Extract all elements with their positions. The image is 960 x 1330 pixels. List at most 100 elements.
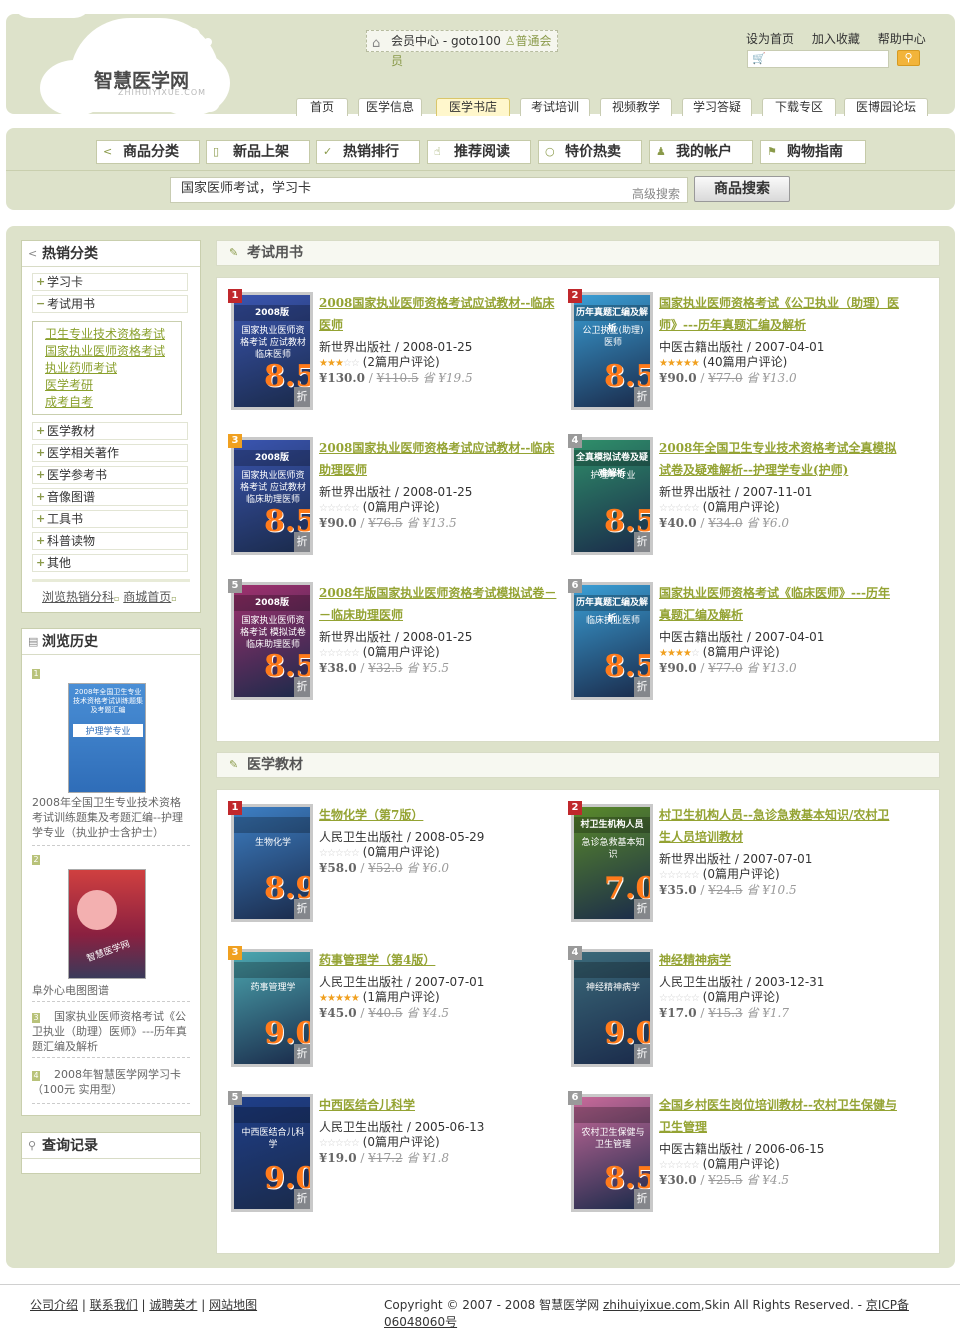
product-title-link[interactable]: 国家执业医师资格考试《公卫执业（助理）医师》---历年真题汇编及解析 — [659, 292, 899, 336]
cover-title: 药事管理学 — [250, 983, 296, 993]
nav-bookstore[interactable]: 医学书店 — [436, 98, 510, 116]
category-item[interactable]: + 科普读物 — [32, 532, 188, 550]
site-search-input[interactable]: 🛒 — [747, 50, 889, 68]
tab-my-account[interactable]: ♟ 我的帐户 — [649, 140, 753, 164]
jobs-link[interactable]: 诚聘英才 — [149, 1298, 197, 1312]
book-cover[interactable]: 2008版 国家执业医师资格考试 应试教材 临床医师 8.5 折 — [231, 292, 313, 410]
nav-exam-training[interactable]: 考试培训 — [520, 98, 590, 116]
help-center-link[interactable]: 帮助中心 — [878, 32, 926, 46]
category-study-card[interactable]: + 学习卡 — [32, 273, 188, 291]
product-title-link[interactable]: 中西医结合儿科学 — [319, 1094, 559, 1116]
mall-home-link[interactable]: 商城首页 — [123, 590, 171, 604]
product-title-link[interactable]: 2008国家执业医师资格考试应试教材--临床助理医师 — [319, 437, 559, 481]
tab-bestsellers[interactable]: ✓ 热销排行 — [316, 140, 420, 164]
tab-shopping-guide[interactable]: ⚑ 购物指南 — [760, 140, 866, 164]
add-favorite-link[interactable]: 加入收藏 — [812, 32, 860, 46]
browse-hot-link[interactable]: 浏览热销分科 — [42, 590, 114, 604]
product-card: 1 2008版 国家执业医师资格考试 应试教材 临床医师 8.5 折 2008国… — [228, 289, 561, 412]
nav-qa[interactable]: 学习答疑 — [682, 98, 752, 116]
product-search-input[interactable]: 国家医师考试，学习卡 — [170, 177, 688, 203]
publish-date: 2007-04-01 — [754, 630, 825, 644]
product-title-link[interactable]: 药事管理学（第4版） — [319, 949, 559, 971]
product-title-link[interactable]: 生物化学（第7版） — [319, 804, 559, 826]
tab-label: 我的帐户 — [676, 144, 732, 160]
domain-link[interactable]: zhihuiyixue.com — [603, 1298, 701, 1312]
review-count-link[interactable]: (40篇用户评论) — [703, 355, 788, 369]
member-bar[interactable]: ⌂ 会员中心 - goto100 ♙普通会员 — [366, 30, 558, 68]
set-homepage-link[interactable]: 设为首页 — [746, 32, 794, 46]
cover-band: 2008版 — [234, 305, 310, 321]
product-title-link[interactable]: 2008年版国家执业医师资格考试模拟试卷－－临床助理医师 — [319, 582, 559, 626]
book-cover[interactable]: 历年真题汇编及解析 临床执业医师 8.5 折 — [571, 582, 653, 700]
tab-recommended[interactable]: ☝ 推荐阅读 — [427, 140, 531, 164]
history-item-text[interactable]: 2008年智慧医学网学习卡（100元 实用型） — [32, 1067, 190, 1097]
category-item[interactable]: + 工具书 — [32, 510, 188, 528]
subcategory-link[interactable]: 成考自考 — [45, 394, 181, 411]
nav-home[interactable]: 首页 — [296, 98, 348, 116]
product-title-link[interactable]: 神经精神病学 — [659, 949, 899, 971]
review-count-link[interactable]: (0篇用户评论) — [703, 867, 780, 881]
product-title-link[interactable]: 2008年全国卫生专业技术资格考试全真模拟试卷及疑难解析--护理学专业(护师) — [659, 437, 899, 481]
history-item-text[interactable]: 阜外心电图图谱 — [32, 983, 190, 998]
review-count-link[interactable]: (0篇用户评论) — [363, 1135, 440, 1149]
category-item[interactable]: + 医学相关著作 — [32, 444, 188, 462]
subcategory-link[interactable]: 执业药师考试 — [45, 360, 181, 377]
book-cover[interactable]: 中西医结合儿科学 9.0 折 — [231, 1094, 313, 1212]
nav-medical-info[interactable]: 医学信息 — [358, 98, 422, 116]
product-title-link[interactable]: 村卫生机构人员--急诊急救基本知识/农村卫生人员培训教材 — [659, 804, 899, 848]
book-cover[interactable]: 全真模拟试卷及疑难解析 护理学专业 8.5 折 — [571, 437, 653, 555]
product-card: 5 中西医结合儿科学 9.0 折 中西医结合儿科学 人民卫生出版社 / 2005… — [228, 1091, 561, 1214]
review-count-link[interactable]: (0篇用户评论) — [703, 500, 780, 514]
product-title-link[interactable]: 国家执业医师资格考试《临床医师》---历年真题汇编及解析 — [659, 582, 899, 626]
category-exam-books[interactable]: − 考试用书 — [32, 295, 188, 313]
member-center-link[interactable]: 会员中心 - goto100 — [391, 34, 501, 48]
book-cover[interactable]: 药事管理学 9.0 折 — [231, 949, 313, 1067]
contact-link[interactable]: 联系我们 — [90, 1298, 138, 1312]
tab-specials[interactable]: ○ 特价热卖 — [538, 140, 642, 164]
history-cover[interactable]: 智慧医学网 — [68, 869, 146, 979]
product-search-button[interactable]: 商品搜索 — [694, 176, 790, 202]
review-count-link[interactable]: (0篇用户评论) — [703, 990, 780, 1004]
category-label: 医学相关著作 — [47, 446, 120, 460]
review-count-link[interactable]: (0篇用户评论) — [363, 645, 440, 659]
sitemap-link[interactable]: 网站地图 — [209, 1298, 257, 1312]
book-cover[interactable]: 历年真题汇编及解析 公卫执业(助理)医师 8.5 折 — [571, 292, 653, 410]
review-count-link[interactable]: (1篇用户评论) — [363, 990, 440, 1004]
category-item[interactable]: + 医学教材 — [32, 422, 188, 440]
nav-downloads[interactable]: 下载专区 — [762, 98, 836, 116]
tab-new-arrivals[interactable]: ▯ 新品上架 — [206, 140, 310, 164]
book-cover[interactable]: 农村卫生保健与卫生管理 8.5 折 — [571, 1094, 653, 1212]
price-value: ¥17.0 — [659, 1006, 697, 1020]
cover-title: 公卫执业(助理)医师 — [582, 326, 644, 348]
category-item[interactable]: + 其他 — [32, 554, 188, 572]
nav-video[interactable]: 视频教学 — [600, 98, 672, 116]
review-count-link[interactable]: (0篇用户评论) — [363, 845, 440, 859]
review-count-link[interactable]: (2篇用户评论) — [363, 355, 440, 369]
category-item[interactable]: + 音像图谱 — [32, 488, 188, 506]
subcategory-link[interactable]: 医学考研 — [45, 377, 181, 394]
rating-stars-icon: ★★★★★ — [659, 358, 700, 369]
book-cover[interactable]: 2008版 国家执业医师资格考试 模拟试卷 临床助理医师 8.5 折 — [231, 582, 313, 700]
book-cover[interactable]: 神经精神病学 9.0 折 — [571, 949, 653, 1067]
subcategory-link[interactable]: 卫生专业技术资格考试 — [45, 326, 181, 343]
history-item-text[interactable]: 国家执业医师资格考试《公卫执业（助理）医师》---历年真题汇编及解析 — [32, 1009, 190, 1054]
review-count-link[interactable]: (8篇用户评论) — [703, 645, 780, 659]
history-cover[interactable]: 2008年全国卫生专业技术资格考试训练题集及考题汇编 护理学专业 — [68, 683, 146, 793]
book-cover[interactable]: 生物化学 8.9 折 — [231, 804, 313, 922]
history-item-text[interactable]: 2008年全国卫生专业技术资格考试训练题集及考题汇编--护理学专业（执业护士含护… — [32, 795, 190, 840]
tab-categories[interactable]: < 商品分类 — [96, 140, 200, 164]
category-item[interactable]: + 医学参考书 — [32, 466, 188, 484]
review-count-link[interactable]: (0篇用户评论) — [363, 500, 440, 514]
product-title-link[interactable]: 全国乡村医生岗位培训教材--农村卫生保健与卫生管理 — [659, 1094, 899, 1138]
rank-badge: 1 — [228, 289, 242, 303]
book-cover[interactable]: 村卫生机构人员 急诊急救基本知识 7.0 折 — [571, 804, 653, 922]
advanced-search-link[interactable]: 高级搜索 — [632, 185, 680, 202]
subcategory-link[interactable]: 国家执业医师资格考试 — [45, 343, 181, 360]
nav-forum[interactable]: 医博园论坛 — [844, 98, 928, 116]
review-count-link[interactable]: (0篇用户评论) — [703, 1157, 780, 1171]
product-title-link[interactable]: 2008国家执业医师资格考试应试教材--临床医师 — [319, 292, 559, 336]
book-cover[interactable]: 2008版 国家执业医师资格考试 应试教材 临床助理医师 8.5 折 — [231, 437, 313, 555]
about-link[interactable]: 公司介绍 — [30, 1298, 78, 1312]
site-search-button[interactable]: ⚲ — [897, 50, 920, 66]
discount-label: 折 — [294, 532, 310, 552]
